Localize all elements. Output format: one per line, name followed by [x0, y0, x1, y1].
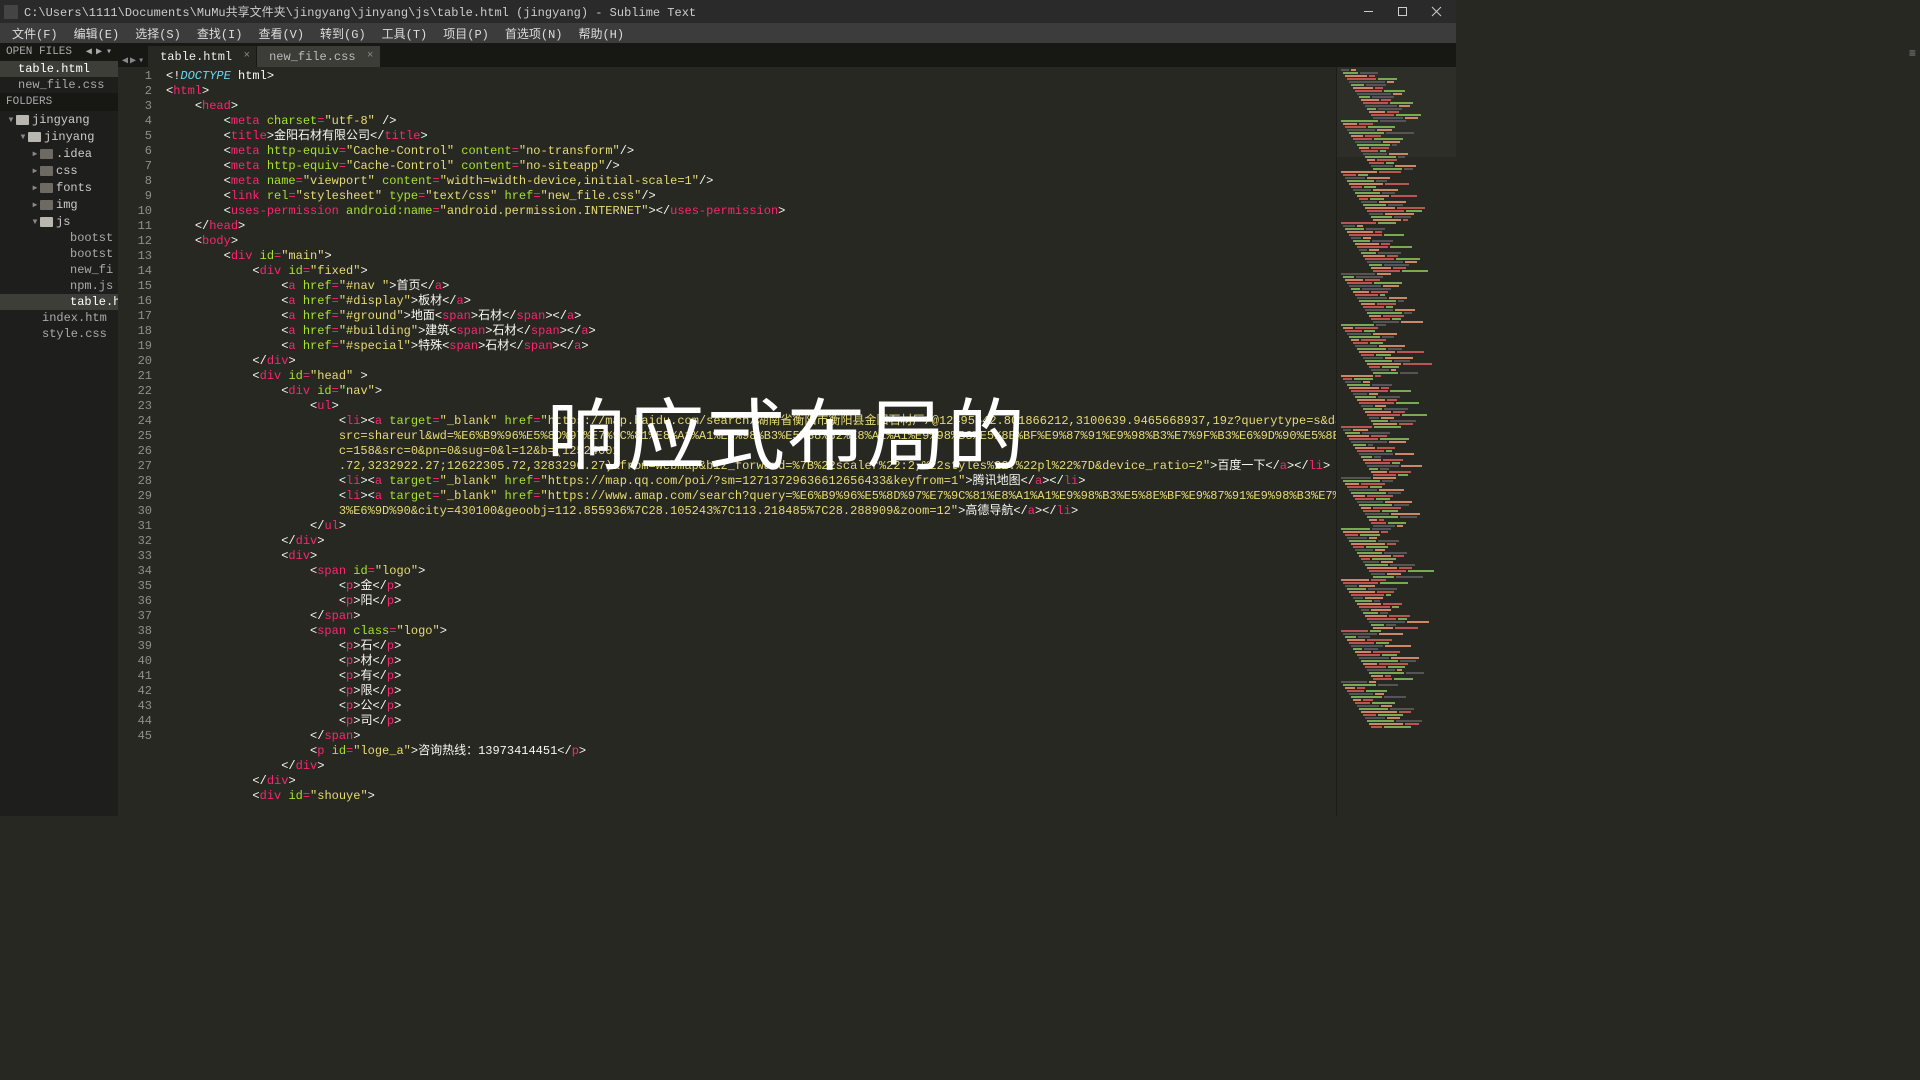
folder-item[interactable]: img [0, 196, 118, 213]
folder-label: jinyang [44, 130, 94, 144]
menu-select[interactable]: 选择(S) [127, 25, 189, 42]
open-files-header: OPEN FILES ◀ ▶ ▾ [0, 43, 118, 61]
sidebar-nav: ◀ ▶ ▾ [86, 46, 112, 58]
menu-view[interactable]: 查看(V) [250, 25, 312, 42]
tab-next-icon[interactable]: ▶ [130, 55, 136, 67]
file-item[interactable]: style.css [0, 326, 118, 342]
tab[interactable]: new_file.css × [257, 46, 379, 67]
chevron-right-icon [30, 197, 40, 212]
folder-item[interactable]: .idea [0, 145, 118, 162]
folders-label: FOLDERS [6, 96, 52, 108]
tab[interactable]: table.html × [148, 46, 256, 67]
minimap-content [1341, 69, 1452, 729]
menu-tools[interactable]: 工具(T) [374, 25, 436, 42]
folder-label: jingyang [32, 113, 90, 127]
open-file-item[interactable]: table.html [0, 61, 118, 77]
folder-item[interactable]: jingyang [0, 111, 118, 128]
window-controls [1360, 4, 1452, 20]
open-files-label: OPEN FILES [6, 46, 72, 58]
file-item[interactable]: npm.js [0, 278, 118, 294]
folder-label: css [56, 164, 78, 178]
menubar: 文件(F) 编辑(E) 选择(S) 查找(I) 查看(V) 转到(G) 工具(T… [0, 23, 1456, 43]
menu-file[interactable]: 文件(F) [4, 25, 66, 42]
file-item[interactable]: index.htm [0, 310, 118, 326]
chevron-down-icon [30, 214, 40, 229]
file-item[interactable]: table.h [0, 294, 118, 310]
folder-label: .idea [56, 147, 92, 161]
menu-goto[interactable]: 转到(G) [312, 25, 374, 42]
folder-label: js [56, 215, 70, 229]
folders-header: FOLDERS [0, 93, 118, 111]
window-title: C:\Users\1111\Documents\MuMu共享文件夹\jingya… [24, 3, 1360, 20]
folder-label: fonts [56, 181, 92, 195]
close-icon[interactable]: × [244, 50, 251, 62]
hamburger-icon[interactable]: ≡ [1909, 47, 1916, 61]
editor-column: ◀▶▾ table.html × new_file.css × 1234567891… [118, 43, 1456, 816]
open-file-item[interactable]: new_file.css [0, 77, 118, 93]
gutter: 1234567891011121314151617181920212223242… [118, 67, 162, 816]
menu-prefs[interactable]: 首选项(N) [497, 25, 571, 42]
tab-label: table.html [160, 50, 232, 64]
chevron-right-icon [30, 163, 40, 178]
folder-label: img [56, 198, 78, 212]
close-icon[interactable]: × [367, 50, 374, 62]
folder-icon [40, 149, 53, 159]
close-icon[interactable] [1428, 4, 1444, 20]
chevron-down-icon [18, 129, 28, 144]
sidebar-next-icon[interactable]: ▶ [96, 46, 102, 58]
folder-item[interactable]: css [0, 162, 118, 179]
folder-icon [16, 115, 29, 125]
chevron-right-icon [30, 180, 40, 195]
sidebar-prev-icon[interactable]: ◀ [86, 46, 92, 58]
folder-icon [40, 166, 53, 176]
tab-menu-icon[interactable]: ▾ [138, 55, 144, 67]
tab-nav: ◀▶▾ [118, 55, 148, 67]
minimap[interactable] [1336, 67, 1456, 816]
folder-icon [40, 200, 53, 210]
folder-item[interactable]: jinyang [0, 128, 118, 145]
folder-icon [40, 217, 53, 227]
folder-item[interactable]: fonts [0, 179, 118, 196]
tabbar: ◀▶▾ table.html × new_file.css × [118, 43, 1456, 67]
menu-edit[interactable]: 编辑(E) [66, 25, 128, 42]
folder-icon [40, 183, 53, 193]
menu-project[interactable]: 项目(P) [435, 25, 497, 42]
menu-find[interactable]: 查找(I) [189, 25, 251, 42]
code-area[interactable]: <!DOCTYPE html><html> <head> <meta chars… [162, 67, 1336, 816]
editor-body: 1234567891011121314151617181920212223242… [118, 67, 1456, 816]
sidebar: OPEN FILES ◀ ▶ ▾ table.html new_file.css… [0, 43, 118, 816]
tab-prev-icon[interactable]: ◀ [122, 55, 128, 67]
file-item[interactable]: bootst [0, 246, 118, 262]
file-item[interactable]: bootst [0, 230, 118, 246]
chevron-right-icon [30, 146, 40, 161]
titlebar: C:\Users\1111\Documents\MuMu共享文件夹\jingya… [0, 0, 1456, 23]
sidebar-menu-icon[interactable]: ▾ [106, 46, 112, 58]
folder-icon [28, 132, 41, 142]
folder-item[interactable]: js [0, 213, 118, 230]
chevron-down-icon [6, 112, 16, 127]
file-item[interactable]: new_fi [0, 262, 118, 278]
maximize-icon[interactable] [1394, 4, 1410, 20]
tab-label: new_file.css [269, 50, 355, 64]
app-icon [4, 5, 18, 19]
menu-help[interactable]: 帮助(H) [570, 25, 632, 42]
minimize-icon[interactable] [1360, 4, 1376, 20]
